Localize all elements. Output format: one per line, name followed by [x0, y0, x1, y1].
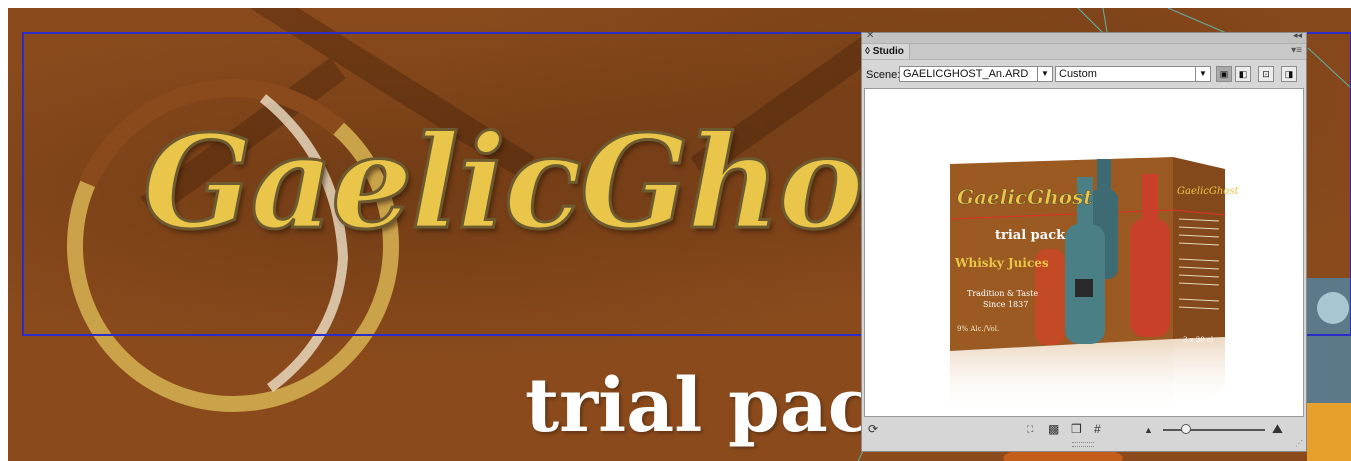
panel-tab-row: ◊ Studio ▾≡ — [862, 44, 1306, 60]
preview-product: Whisky Juices — [954, 256, 1049, 270]
front-view-icon[interactable]: ▣ — [1216, 66, 1232, 82]
scene-label: Scene: — [866, 69, 901, 81]
chevron-down-icon[interactable]: ▼ — [1195, 67, 1210, 81]
back-view-icon[interactable]: ◨ — [1281, 66, 1297, 82]
view-preset-dropdown[interactable]: Custom ▼ — [1055, 66, 1211, 82]
grid-icon[interactable]: # — [1094, 422, 1101, 436]
collapse-icon[interactable]: ◂◂ — [1293, 30, 1302, 41]
tab-studio-label: Studio — [872, 46, 904, 57]
scene-row: Scene: GAELICGHOST_An.ARD ▼ Custom ▼ ▣ ◧… — [862, 66, 1306, 84]
side-view-icon[interactable]: ◧ — [1235, 66, 1251, 82]
tab-sort-icon: ◊ — [865, 46, 870, 57]
preview-brand: GaelicGhost — [957, 185, 1093, 209]
checkerboard-icon[interactable]: ▩ — [1048, 422, 1059, 436]
3d-preview-viewport[interactable]: GaelicGhost trial pack Whisky Juices Tra… — [864, 88, 1304, 417]
tab-studio[interactable]: ◊ Studio — [862, 44, 910, 59]
cube-icon[interactable]: ❒ — [1071, 422, 1082, 436]
zoom-out-icon[interactable]: ▲ — [1144, 425, 1153, 435]
panel-resize-grip[interactable] — [1072, 442, 1094, 447]
preview-tagline: trial pack — [995, 228, 1066, 243]
refresh-icon[interactable]: ⟳ — [868, 422, 878, 436]
view-preset-value: Custom — [1059, 68, 1097, 80]
box-reflection — [950, 339, 1173, 416]
studio-panel[interactable]: ✕ ◂◂ ◊ Studio ▾≡ Scene: GAELICGHOST_An.A… — [861, 30, 1307, 452]
panel-toolbar: ⟳ ⛶ ▩ ❒ # ▲ ⛰ — [862, 419, 1306, 441]
close-icon[interactable]: ✕ — [866, 30, 874, 41]
zoom-in-icon[interactable]: ⛰ — [1272, 421, 1283, 437]
preview-side-brand: GaelicGhost — [1177, 186, 1239, 197]
fit-view-icon[interactable]: ⛶ — [1027, 424, 1033, 435]
photo-fragment-orange — [1307, 403, 1351, 461]
panel-titlebar[interactable]: ✕ ◂◂ — [862, 30, 1306, 44]
zoom-slider-thumb[interactable] — [1181, 424, 1192, 434]
top-view-icon[interactable]: ⊡ — [1258, 66, 1274, 82]
scene-dropdown-value: GAELICGHOST_An.ARD — [903, 68, 1029, 80]
preview-quantity: 3 x 20 cl — [1183, 336, 1214, 344]
box-side-face — [1173, 157, 1225, 339]
box-side-reflection — [1173, 337, 1225, 409]
package-preview: GaelicGhost trial pack Whisky Juices Tra… — [949, 157, 1239, 416]
panel-menu-icon[interactable]: ▾≡ — [1291, 45, 1302, 56]
bottle-neck — [1097, 159, 1111, 193]
scene-dropdown[interactable]: GAELICGHOST_An.ARD ▼ — [899, 66, 1053, 82]
bottle-neck — [1142, 174, 1158, 224]
chevron-down-icon[interactable]: ▼ — [1037, 67, 1052, 81]
preview-slogan-2: Since 1837 — [983, 300, 1028, 309]
zoom-slider[interactable] — [1163, 424, 1265, 434]
resize-corner-icon[interactable]: ⋰ — [1295, 439, 1303, 448]
preview-slogan-1: Tradition & Taste — [967, 289, 1038, 298]
preview-abv: 9% Alc./Vol. — [957, 325, 999, 333]
bottle — [1130, 219, 1170, 337]
bottle-label — [1075, 279, 1093, 297]
